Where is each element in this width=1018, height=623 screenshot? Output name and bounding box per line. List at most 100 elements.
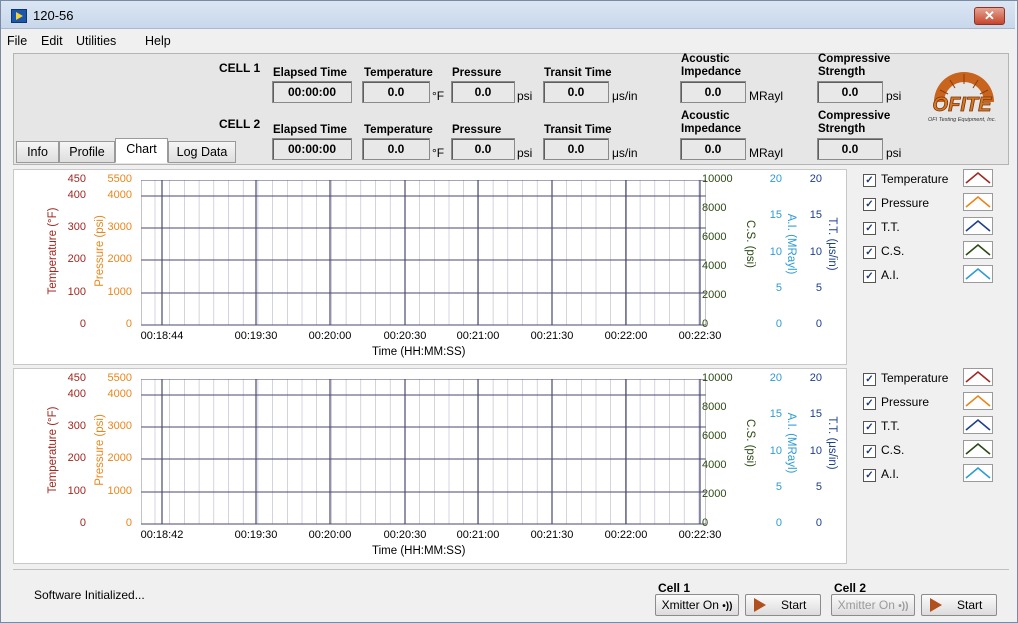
chart1-legend-label: C.S. — [881, 244, 905, 258]
menu-utilities[interactable]: Utilities — [76, 34, 116, 48]
chart2-temp-axis-title: Temperature (°F) — [47, 406, 59, 494]
chart2-legend-checkbox[interactable]: ✓ — [863, 445, 876, 458]
chart2-legend-swatch[interactable] — [963, 368, 993, 386]
chart2-legend-checkbox[interactable]: ✓ — [863, 421, 876, 434]
menu-file[interactable]: File — [7, 34, 27, 48]
cell1-elapsed-label: Elapsed Time — [273, 67, 347, 79]
cell2-xmitter-button[interactable]: Xmitter On •)) — [831, 594, 915, 616]
chart2-legend-swatch[interactable] — [963, 440, 993, 458]
tab-chart[interactable]: Chart — [115, 138, 168, 163]
chart1-cs-tick: 6000 — [702, 231, 727, 243]
chart1-tt-tick: 15 — [809, 209, 822, 222]
menu-help[interactable]: Help — [145, 34, 171, 48]
chart2-legend-label: C.S. — [881, 443, 905, 457]
chart1-temp-tick: 0 — [79, 318, 86, 330]
chart1-x-axis-title: Time (HH:MM:SS) — [372, 346, 466, 358]
cell2-temperature-value: 0.0 — [362, 138, 430, 160]
chart1-cs-axis-title: C.S. (psi) — [744, 220, 756, 268]
chart1-legend-checkbox[interactable]: ✓ — [863, 222, 876, 235]
chart1-tt-tick: 0 — [815, 318, 822, 330]
cell2-acoustic-label-line1: Acoustic — [681, 110, 730, 122]
chart2-pressure-tick: 0 — [125, 517, 132, 529]
cell2-signal-icon: •)) — [898, 601, 909, 612]
cell1-temperature-unit: °F — [432, 89, 445, 103]
title-bar[interactable]: 120-56 ✕ — [1, 1, 1015, 29]
chart1-legend-swatch[interactable] — [963, 241, 993, 259]
logo-subtitle: OFI Testing Equipment, Inc. — [928, 117, 996, 123]
chart2-legend-swatch[interactable] — [963, 464, 993, 482]
chart1-tt-tick: 10 — [809, 245, 822, 258]
cell1-temperature-label: Temperature — [364, 67, 433, 79]
cell2-xmitter-label: Xmitter On — [837, 598, 895, 612]
ofite-logo: OFITE OFI Testing Equipment, Inc. — [920, 60, 1005, 124]
cell2-acoustic-value: 0.0 — [680, 138, 746, 160]
chart2-legend-label: T.T. — [881, 419, 900, 433]
cell1-elapsed-value: 00:00:00 — [272, 81, 352, 103]
cell2-temperature-unit: °F — [432, 146, 445, 160]
cell2-elapsed-label: Elapsed Time — [273, 124, 347, 136]
cell2-start-label: Start — [957, 598, 983, 612]
close-button[interactable]: ✕ — [974, 7, 1005, 25]
tab-profile[interactable]: Profile — [59, 141, 115, 163]
cell2-start-button[interactable]: Start — [921, 594, 997, 616]
chart2-plot[interactable] — [141, 379, 706, 526]
chart1-tt-tick: 5 — [815, 281, 822, 294]
chart1-x-tick: 00:18:44 — [140, 330, 184, 342]
window-title: 120-56 — [33, 8, 74, 23]
cell2-control-label: Cell 2 — [834, 581, 867, 595]
chart1-ai-tick: 0 — [775, 318, 782, 330]
chart1-legend-checkbox[interactable]: ✓ — [863, 198, 876, 211]
chart1-legend-swatch[interactable] — [963, 169, 993, 187]
cell1-start-label: Start — [781, 598, 807, 612]
chart2-x-tick: 00:19:30 — [234, 529, 278, 541]
chart2-legend-checkbox[interactable]: ✓ — [863, 373, 876, 386]
chart2-legend-swatch[interactable] — [963, 392, 993, 410]
cell2-comp-value: 0.0 — [817, 138, 883, 160]
menu-edit[interactable]: Edit — [41, 34, 63, 48]
chart2-ai-tick: 20 — [769, 372, 782, 384]
chart2-ai-tick: 15 — [769, 408, 782, 421]
chart1-temp-axis-title: Temperature (°F) — [47, 207, 59, 295]
cell2-pressure-value: 0.0 — [451, 138, 515, 160]
chart1-legend-swatch[interactable] — [963, 193, 993, 211]
cell1-comp-label-line2: Strength — [818, 66, 866, 78]
chart2-cs-tick: 10000 — [702, 372, 733, 384]
chart1-pressure-tick: 0 — [125, 318, 132, 330]
tab-info[interactable]: Info — [16, 141, 59, 163]
status-message: Software Initialized... — [34, 588, 145, 602]
chart1-plot[interactable] — [141, 180, 706, 327]
cell1-pressure-unit: psi — [517, 89, 533, 103]
chart1-legend-checkbox[interactable]: ✓ — [863, 246, 876, 259]
chart1-legend-label: Temperature — [881, 172, 949, 186]
chart2-x-tick: 00:22:30 — [678, 529, 722, 541]
chart2-legend-label: Temperature — [881, 371, 949, 385]
tab-log-data[interactable]: Log Data — [168, 141, 236, 163]
cell1-pressure-value: 0.0 — [451, 81, 515, 103]
chart1-legend-swatch[interactable] — [963, 217, 993, 235]
menu-bar: File Edit Utilities Help — [1, 30, 1015, 52]
chart2-cs-tick: 2000 — [702, 488, 727, 500]
labview-app-icon — [11, 9, 27, 23]
chart2-cs-tick: 6000 — [702, 430, 727, 442]
chart2-cs-tick: 4000 — [702, 459, 727, 471]
chart1-legend-swatch[interactable] — [963, 265, 993, 283]
chart1-tt-tick: 20 — [809, 173, 822, 185]
chart1-legend-checkbox[interactable]: ✓ — [863, 270, 876, 283]
cell1-xmitter-button[interactable]: Xmitter On •)) — [655, 594, 739, 616]
cell2-elapsed-value: 00:00:00 — [272, 138, 352, 160]
chart2-tt-tick: 20 — [809, 372, 822, 384]
chart2-legend-swatch[interactable] — [963, 416, 993, 434]
cell1-temperature-value: 0.0 — [362, 81, 430, 103]
chart2-x-axis-title: Time (HH:MM:SS) — [372, 545, 466, 557]
chart1-x-tick: 00:21:30 — [530, 330, 574, 342]
chart2-x-tick: 00:22:00 — [604, 529, 648, 541]
cell1-acoustic-label-line2: Impedance — [681, 66, 742, 78]
chart1-cs-tick: 8000 — [702, 202, 727, 214]
chart2-legend-checkbox[interactable]: ✓ — [863, 469, 876, 482]
chart2-ai-axis-title: A.I. (MRayl) — [785, 412, 797, 474]
chart2-ai-tick: 10 — [769, 444, 782, 457]
chart1-x-tick: 00:21:00 — [456, 330, 500, 342]
chart2-legend-checkbox[interactable]: ✓ — [863, 397, 876, 410]
cell1-start-button[interactable]: Start — [745, 594, 821, 616]
chart1-legend-checkbox[interactable]: ✓ — [863, 174, 876, 187]
